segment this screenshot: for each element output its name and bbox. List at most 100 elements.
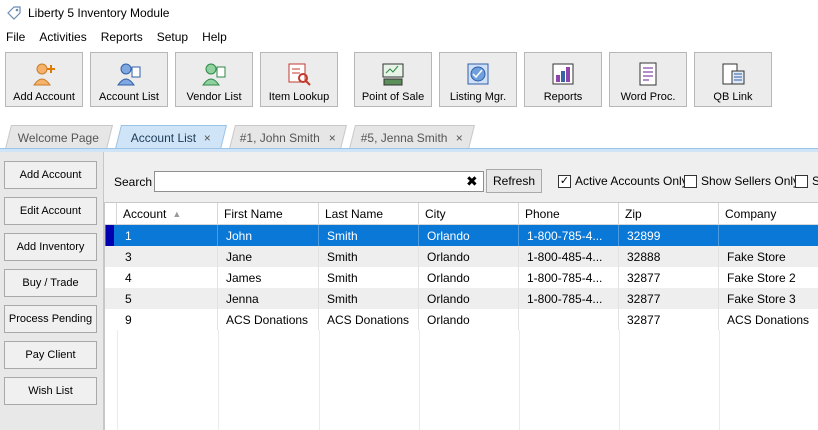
cell-phone: 1-800-485-4... bbox=[519, 246, 619, 267]
listing-manager-button[interactable]: Listing Mgr. bbox=[439, 52, 517, 107]
column-header-zip[interactable]: Zip bbox=[619, 203, 719, 225]
refresh-button[interactable]: Refresh bbox=[486, 169, 542, 193]
sidebar-pay-client-button[interactable]: Pay Client bbox=[4, 341, 97, 369]
cell-zip: 32877 bbox=[619, 288, 719, 309]
cell-first-name: Jenna bbox=[218, 288, 319, 309]
sidebar-buy-trade-button[interactable]: Buy / Trade bbox=[4, 269, 97, 297]
reports-icon bbox=[552, 63, 574, 85]
column-header-first-name[interactable]: First Name bbox=[218, 203, 319, 225]
menu-activities[interactable]: Activities bbox=[39, 30, 86, 44]
cell-company: Fake Store 3 bbox=[727, 291, 796, 306]
search-bar: Search ✖ Refresh ✓ Active Accounts Only … bbox=[104, 166, 818, 196]
sidebar: Add Account Edit Account Add Inventory B… bbox=[0, 152, 104, 430]
row-selection-marker bbox=[106, 246, 114, 267]
vendor-list-label: Vendor List bbox=[186, 91, 242, 103]
sidebar-edit-account-button[interactable]: Edit Account bbox=[4, 197, 97, 225]
menu-reports[interactable]: Reports bbox=[101, 30, 143, 44]
menu-file[interactable]: File bbox=[6, 30, 25, 44]
close-icon[interactable]: × bbox=[204, 131, 211, 145]
cell-zip: 32888 bbox=[619, 246, 719, 267]
cell-account: 5 bbox=[117, 288, 218, 309]
quickbooks-link-icon bbox=[722, 63, 745, 85]
table-row[interactable]: 5 Jenna Smith Orlando 1-800-785-4... 328… bbox=[105, 288, 818, 309]
sidebar-add-account-button[interactable]: Add Account bbox=[4, 161, 97, 189]
column-divider bbox=[218, 330, 219, 430]
account-list-icon bbox=[117, 63, 141, 86]
table-row[interactable]: 4 James Smith Orlando 1-800-785-4... 328… bbox=[105, 267, 818, 288]
cell-phone bbox=[519, 309, 619, 330]
add-account-label: Add Account bbox=[13, 91, 75, 103]
column-header-account-label: Account bbox=[123, 207, 167, 221]
cell-zip: 32877 bbox=[619, 309, 719, 330]
add-account-button[interactable]: Add Account bbox=[5, 52, 83, 107]
title-bar: Liberty 5 Inventory Module bbox=[0, 0, 818, 25]
quickbooks-link-button[interactable]: QB Link bbox=[694, 52, 772, 107]
point-of-sale-button[interactable]: Point of Sale bbox=[354, 52, 432, 107]
vendor-list-icon bbox=[202, 63, 226, 86]
point-of-sale-icon bbox=[382, 63, 404, 86]
sidebar-wish-list-button[interactable]: Wish List bbox=[4, 377, 97, 405]
column-header-city[interactable]: City bbox=[419, 203, 519, 225]
show-sellers-only-checkbox[interactable]: Show Sellers Only bbox=[684, 174, 799, 188]
column-header-last-name[interactable]: Last Name bbox=[319, 203, 419, 225]
reports-label: Reports bbox=[543, 91, 583, 103]
checkbox-checked-icon: ✓ bbox=[558, 174, 571, 188]
close-icon[interactable]: × bbox=[328, 131, 335, 145]
column-header-company[interactable]: Company bbox=[719, 203, 818, 225]
column-header-phone[interactable]: Phone bbox=[519, 203, 619, 225]
listing-manager-label: Listing Mgr. bbox=[449, 91, 507, 103]
cell-city: Orlando bbox=[419, 267, 519, 288]
tab-john-smith-label: #1, John Smith bbox=[240, 130, 321, 145]
cell-account: 1 bbox=[117, 225, 218, 246]
column-divider bbox=[719, 330, 720, 430]
row-selection-marker bbox=[106, 225, 114, 246]
table-row[interactable]: 1 John Smith Orlando 1-800-785-4... 3289… bbox=[105, 225, 818, 246]
search-input[interactable] bbox=[154, 171, 484, 192]
column-divider bbox=[519, 330, 520, 430]
active-accounts-only-checkbox[interactable]: ✓ Active Accounts Only bbox=[558, 174, 688, 188]
show-sellers-only-label: Show Sellers Only bbox=[701, 174, 800, 188]
cell-first-name: James bbox=[218, 267, 319, 288]
column-divider bbox=[117, 330, 118, 430]
point-of-sale-label: Point of Sale bbox=[361, 91, 425, 103]
column-header-account[interactable]: Account ▲ bbox=[117, 203, 218, 225]
tab-account-list[interactable]: Account List × bbox=[115, 125, 227, 149]
word-processor-label: Word Proc. bbox=[620, 91, 676, 103]
cell-account: 4 bbox=[117, 267, 218, 288]
cell-city: Orlando bbox=[419, 225, 519, 246]
cell-first-name: ACS Donations bbox=[218, 309, 319, 330]
word-processor-button[interactable]: Word Proc. bbox=[609, 52, 687, 107]
menu-setup[interactable]: Setup bbox=[157, 30, 188, 44]
vendor-list-button[interactable]: Vendor List bbox=[175, 52, 253, 107]
tab-account-list-label: Account List bbox=[130, 130, 197, 145]
tab-john-smith[interactable]: #1, John Smith × bbox=[229, 125, 347, 149]
add-account-icon bbox=[33, 63, 55, 86]
tab-welcome-page-label: Welcome Page bbox=[18, 130, 100, 145]
third-filter-checkbox[interactable]: Sh bbox=[795, 174, 818, 188]
cell-phone: 1-800-785-4... bbox=[519, 288, 619, 309]
row-selection-marker bbox=[106, 309, 114, 330]
cell-last-name: Smith bbox=[319, 225, 419, 246]
cell-last-name: ACS Donations bbox=[319, 309, 419, 330]
table-row[interactable]: 9 ACS Donations ACS Donations Orlando 32… bbox=[105, 309, 818, 330]
cell-phone: 1-800-785-4... bbox=[519, 225, 619, 246]
cell-city: Orlando bbox=[419, 309, 519, 330]
close-icon[interactable]: × bbox=[456, 131, 463, 145]
clear-search-icon[interactable]: ✖ bbox=[466, 173, 478, 190]
account-list-button[interactable]: Account List bbox=[90, 52, 168, 107]
item-lookup-label: Item Lookup bbox=[268, 91, 330, 103]
sidebar-add-inventory-button[interactable]: Add Inventory bbox=[4, 233, 97, 261]
menu-bar: File Activities Reports Setup Help bbox=[0, 27, 241, 47]
column-divider bbox=[319, 330, 320, 430]
tab-welcome-page[interactable]: Welcome Page bbox=[5, 125, 113, 149]
third-filter-label: Sh bbox=[812, 174, 818, 188]
item-lookup-button[interactable]: Item Lookup bbox=[260, 52, 338, 107]
sidebar-process-pending-button[interactable]: Process Pending bbox=[4, 305, 97, 333]
sort-ascending-icon: ▲ bbox=[172, 209, 182, 219]
quickbooks-link-label: QB Link bbox=[713, 91, 753, 103]
table-row[interactable]: 3 Jane Smith Orlando 1-800-485-4... 3288… bbox=[105, 246, 818, 267]
reports-button[interactable]: Reports bbox=[524, 52, 602, 107]
menu-help[interactable]: Help bbox=[202, 30, 227, 44]
row-selection-marker bbox=[106, 288, 114, 309]
tab-jenna-smith[interactable]: #5, Jenna Smith × bbox=[349, 125, 475, 149]
